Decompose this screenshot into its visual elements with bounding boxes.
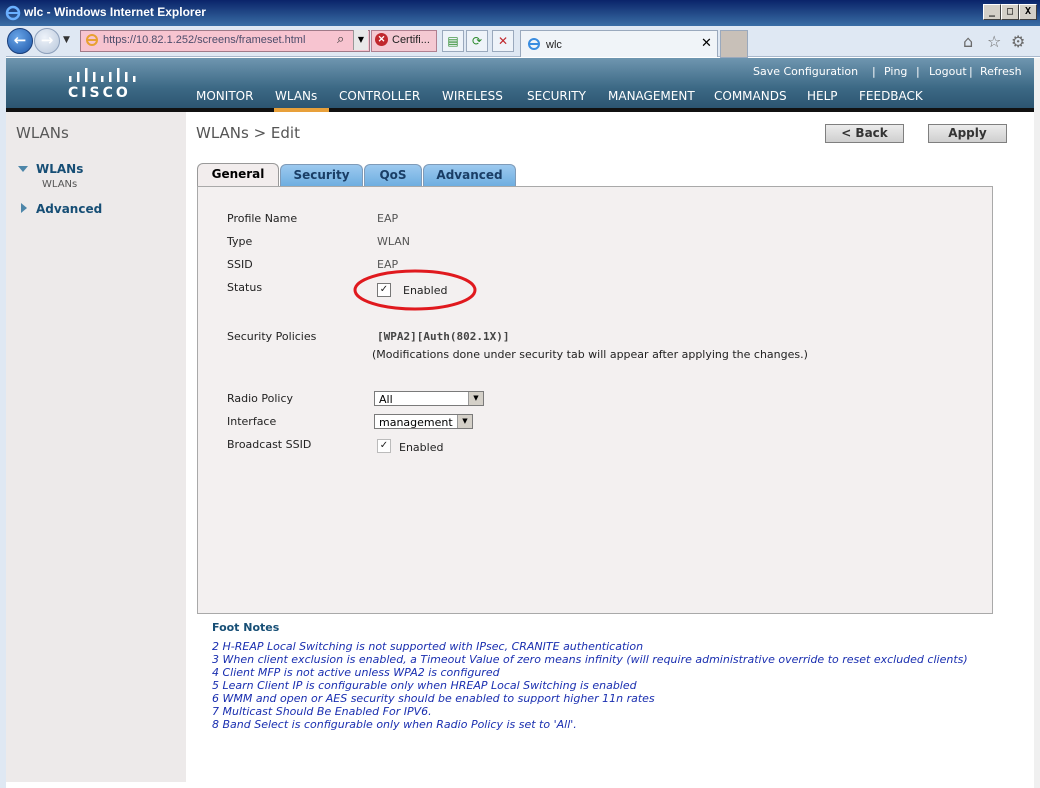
footnote-item: 2 H-REAP Local Switching is not supporte… [212,640,644,653]
menu-help[interactable]: HELP [807,89,838,103]
ssid-label: SSID [227,258,253,271]
save-configuration-link[interactable]: Save Configuration [753,65,858,78]
ie-page-icon [85,33,99,47]
gear-icon[interactable]: ⚙ [1011,32,1025,51]
broadcast-ssid-checkbox[interactable]: ✓ [377,439,391,453]
sidebar-subitem-wlans[interactable]: WLANs [42,179,77,190]
collapsed-triangle-icon[interactable] [21,203,27,213]
tab-general[interactable]: General [197,163,279,188]
highlight-oval [353,269,477,311]
menu-feedback[interactable]: FEEDBACK [859,89,923,103]
chevron-down-icon: ▼ [457,415,472,428]
expanded-triangle-icon[interactable] [18,166,28,172]
frame-right-border [1034,58,1040,788]
interface-label: Interface [227,415,277,428]
refresh-icon[interactable]: ⟳ [466,30,488,52]
sidebar-title: WLANs [16,124,69,142]
link-separator: | [969,65,973,78]
search-icon[interactable]: ⌕ [337,32,344,47]
logout-link[interactable]: Logout [929,65,967,78]
certificate-error-icon: ✕ [375,33,388,46]
history-dropdown-icon[interactable]: ▼ [63,35,70,45]
close-tab-icon[interactable]: ✕ [701,36,712,51]
menu-monitor[interactable]: MONITOR [196,89,253,103]
interface-selected: management [379,416,453,429]
footnote-item: 7 Multicast Should Be Enabled For IPV6. [212,705,432,718]
window-title-bar: wlc - Windows Internet Explorer _ □ X [0,0,1040,26]
active-menu-indicator [274,108,329,112]
footnotes-title: Foot Notes [212,621,280,634]
status-label: Status [227,281,263,294]
compatibility-view-icon[interactable]: ▤ [442,30,464,52]
ping-link[interactable]: Ping [884,65,907,78]
tab-advanced[interactable]: Advanced [423,164,516,186]
cisco-header: CISCO Save Configuration | Ping | Logout… [6,58,1034,108]
close-window-button[interactable]: X [1019,4,1037,20]
interface-select[interactable]: management ▼ [374,414,473,429]
broadcast-ssid-enabled-text: Enabled [399,441,444,454]
forward-arrow-icon: → [40,31,54,49]
window-title: wlc - Windows Internet Explorer [24,5,206,19]
tab-qos[interactable]: QoS [364,164,422,186]
sidebar: WLANs WLANs WLANs Advanced [6,112,186,782]
maximize-button[interactable]: □ [1001,4,1019,20]
stop-icon[interactable]: ✕ [492,30,514,52]
page-title: WLANs > Edit [196,124,300,142]
back-arrow-icon: ← [13,31,27,49]
back-button[interactable]: ← [7,28,33,54]
general-tab-panel [197,186,993,614]
apply-button[interactable]: Apply [928,124,1007,143]
footnote-item: 5 Learn Client IP is configurable only w… [212,679,637,692]
security-policies-value: [WPA2][Auth(802.1X)] [377,330,510,343]
radio-policy-select[interactable]: All ▼ [374,391,484,406]
sidebar-item-wlans[interactable]: WLANs [36,162,83,176]
cisco-logo-bars-icon [69,68,136,82]
type-label: Type [227,235,253,248]
ie-logo-icon [5,5,21,21]
back-button-page[interactable]: < Back [825,124,904,143]
menu-wlans[interactable]: WLANs [275,89,317,103]
favorites-star-icon[interactable]: ☆ [987,32,1001,51]
sidebar-item-advanced[interactable]: Advanced [36,202,102,216]
broadcast-ssid-label: Broadcast SSID [227,438,312,451]
radio-policy-selected: All [379,393,393,406]
security-note: (Modifications done under security tab w… [372,348,808,361]
refresh-link[interactable]: Refresh [980,65,1022,78]
menu-wireless[interactable]: WIRELESS [442,89,503,103]
menu-security[interactable]: SECURITY [527,89,586,103]
address-bar[interactable]: https://10.82.1.252/screens/frameset.htm… [80,30,370,52]
footnote-item: 3 When client exclusion is enabled, a Ti… [212,653,968,666]
address-url: https://10.82.1.252/screens/frameset.htm… [103,34,306,46]
profile-name-label: Profile Name [227,212,298,225]
certificate-label: Certifi... [392,34,430,46]
security-policies-label: Security Policies [227,330,317,343]
tab-security[interactable]: Security [280,164,363,186]
minimize-button[interactable]: _ [983,4,1001,20]
profile-name-value: EAP [377,212,399,225]
ie-tab-icon [527,37,541,51]
cisco-logo: CISCO [68,85,131,101]
chevron-down-icon: ▼ [468,392,483,405]
type-value: WLAN [377,235,411,248]
footnote-item: 4 Client MFP is not active unless WPA2 i… [212,666,500,679]
footnote-item: 8 Band Select is configurable only when … [212,718,577,731]
link-separator: | [916,65,920,78]
certificate-error-button[interactable]: ✕ Certifi... [371,30,437,52]
radio-policy-label: Radio Policy [227,392,294,405]
home-icon[interactable]: ⌂ [963,32,973,51]
browser-tab-wlc[interactable]: wlc ✕ [520,30,718,57]
menu-management[interactable]: MANAGEMENT [608,89,695,103]
new-tab-button[interactable] [720,30,748,58]
menu-commands[interactable]: COMMANDS [714,89,787,103]
menu-controller[interactable]: CONTROLLER [339,89,420,103]
footnote-item: 6 WMM and open or AES security should be… [212,692,655,705]
browser-tab-label: wlc [546,39,562,51]
address-dropdown-icon[interactable]: ▼ [353,30,368,50]
forward-button[interactable]: → [34,28,60,54]
link-separator: | [872,65,876,78]
